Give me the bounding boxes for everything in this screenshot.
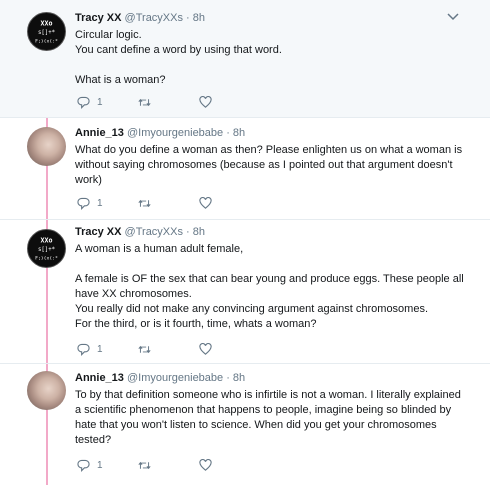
retweet-icon [138,199,151,208]
tweet-line: hate that you won't listen to science. W… [75,419,437,431]
tweet[interactable]: XXo s[]+* F;)(x(:* Tracy XX @TracyXXs · … [0,0,490,118]
retweet-button[interactable] [138,96,151,109]
tweet-line: have XX chromosomes. [75,288,192,300]
tweet-line: work) [75,174,102,186]
tweet-actions: 1 [77,197,237,211]
reply-count: 1 [97,460,103,471]
reply-count: 1 [97,198,103,209]
avatar[interactable] [27,127,66,166]
tweet-text: To by that definition someone who is inf… [75,388,475,448]
tweet-line [75,58,475,73]
retweet-icon [138,345,151,354]
avatar-text: F;)(x(:* [35,255,58,261]
avatar-text: F;)(x(:* [35,38,58,44]
reply-button[interactable]: 1 [77,343,103,356]
retweet-icon [138,461,151,470]
like-button[interactable] [199,343,212,356]
handle-timestamp: @Imyourgeniebabe · 8h [126,372,246,384]
reply-icon [77,197,90,210]
handle-timestamp: @TracyXXs · 8h [124,226,205,238]
tweet-line: What do you define a woman as then? Plea… [75,144,463,156]
avatar-text: s[]+* [38,30,55,36]
tweet-line: Circular logic. [75,29,142,41]
like-icon [199,96,212,108]
tweet-line: a scientific phenomenon that happens to … [75,404,452,416]
reply-icon [77,96,90,109]
tweet-text: What do you define a woman as then? Plea… [75,143,475,188]
retweet-icon [138,98,151,107]
tweet-actions: 1 [77,459,237,473]
tweet[interactable]: Annie_13 @Imyourgeniebabe · 8h To by tha… [0,364,490,485]
like-button[interactable] [199,197,212,210]
tweet-line: A female is OF the sex that can bear you… [75,273,464,285]
tweet[interactable]: Annie_13 @Imyourgeniebabe · 8h What do y… [0,118,490,220]
tweet-line: What is a woman? [75,74,166,86]
reply-count: 1 [97,344,103,355]
tweet-line: To by that definition someone who is inf… [75,389,461,401]
reply-count: 1 [97,97,103,108]
display-name[interactable]: Annie_13 [75,127,124,139]
reply-icon [77,343,90,356]
reply-button[interactable]: 1 [77,459,103,472]
tweet-header: Tracy XX @TracyXXs · 8h [75,12,205,24]
like-icon [199,459,212,471]
display-name[interactable]: Annie_13 [75,372,124,384]
tweet-header: Tracy XX @TracyXXs · 8h [75,226,205,238]
tweet[interactable]: XXo s[]+* F;)(x(:* Tracy XX @TracyXXs · … [0,220,490,364]
avatar-text: XXo [41,236,53,244]
avatar[interactable]: XXo s[]+* F;)(x(:* [27,12,66,51]
avatar-text: XXo [41,19,53,27]
like-icon [199,197,212,209]
tweet-actions: 1 [77,343,237,357]
tweet-line: For the third, or is it fourth, time, wh… [75,318,317,330]
display-name[interactable]: Tracy XX [75,226,121,238]
tweet-text: Circular logic. You cant define a word b… [75,28,475,88]
tweet-line: tested? [75,434,112,446]
like-button[interactable] [199,459,212,472]
avatar-text: s[]+* [38,247,55,253]
like-icon [199,343,212,355]
display-name[interactable]: Tracy XX [75,12,121,24]
reply-button[interactable]: 1 [77,96,103,109]
reply-icon [77,459,90,472]
reply-button[interactable]: 1 [77,197,103,210]
handle-timestamp: @TracyXXs · 8h [124,12,205,24]
avatar[interactable]: XXo s[]+* F;)(x(:* [27,229,66,268]
like-button[interactable] [199,96,212,109]
retweet-button[interactable] [138,459,151,472]
retweet-button[interactable] [138,343,151,356]
tweet-line: You cant define a word by using that wor… [75,44,282,56]
handle-timestamp: @Imyourgeniebabe · 8h [126,127,246,139]
retweet-button[interactable] [138,197,151,210]
tweet-line: You really did not make any convincing a… [75,303,429,315]
tweet-text: A woman is a human adult female, A femal… [75,242,475,332]
tweet-line [75,257,475,272]
tweet-actions: 1 [77,96,237,110]
avatar[interactable] [27,371,66,410]
chevron-down-icon[interactable] [446,12,460,22]
tweet-line: without saying chromosomes (because as I… [75,159,453,171]
tweet-line: A woman is a human adult female, [75,243,244,255]
tweet-header: Annie_13 @Imyourgeniebabe · 8h [75,372,245,384]
tweet-header: Annie_13 @Imyourgeniebabe · 8h [75,127,245,139]
